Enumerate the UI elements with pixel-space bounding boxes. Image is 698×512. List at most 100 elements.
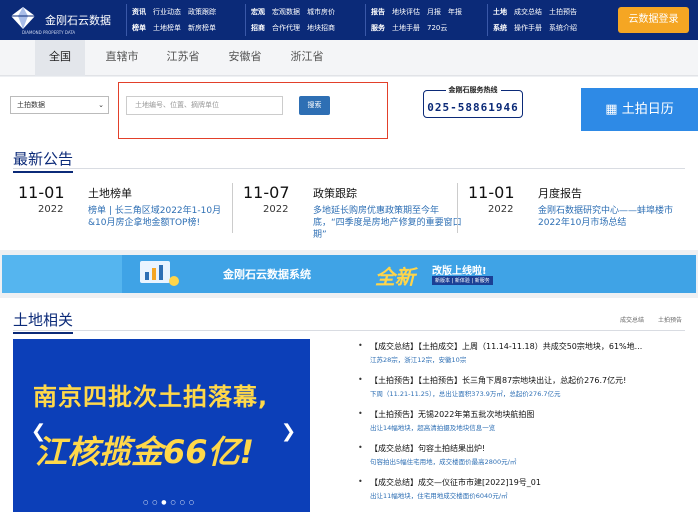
banner-upgrade-sub: 新版本 | 新体验 | 新服务 bbox=[432, 276, 493, 285]
diamond-logo-icon bbox=[11, 7, 35, 29]
calendar-label: 土拍日历 bbox=[621, 102, 674, 117]
nav-link-agency[interactable]: 合作代理 bbox=[272, 23, 300, 33]
carousel-dots[interactable]: ○ ○ ● ○ ○ ○ bbox=[143, 499, 195, 506]
search-button[interactable]: 搜索 bbox=[299, 96, 330, 115]
list-item-summary: 出让11幅地块，住宅用地成交楼面价6040元/㎡ bbox=[370, 492, 508, 500]
bullet-icon: • bbox=[358, 341, 363, 350]
nav-link-newhome-rankings[interactable]: 新房榜单 bbox=[188, 23, 216, 33]
nav-group-reports: 报告 地块评估 月报 年报 服务 土地手册 720云 bbox=[365, 4, 469, 36]
tab-region-national[interactable]: 全国 bbox=[35, 40, 85, 76]
chevron-right-icon[interactable]: ❯ bbox=[281, 421, 296, 442]
nav-link-industry-news[interactable]: 行业动态 bbox=[153, 7, 181, 17]
banner-decoration bbox=[2, 255, 122, 293]
announcement-year: 2022 bbox=[263, 204, 289, 215]
calendar-icon: ▦ bbox=[605, 102, 618, 117]
banner-new: 全新 bbox=[375, 265, 415, 289]
nav-link-system-intro[interactable]: 系统介绍 bbox=[549, 23, 577, 33]
divider bbox=[457, 183, 458, 233]
carousel-subheadline: 江核揽金66亿! bbox=[35, 433, 255, 471]
bullet-icon: • bbox=[358, 409, 363, 418]
site-logo[interactable]: 金刚石云数据 DIAMOND PROPERTY DATA bbox=[8, 6, 116, 36]
tab-region-anhui[interactable]: 安徽省 bbox=[220, 40, 270, 76]
list-item-title[interactable]: 【成交总结】句容土拍结果出炉! bbox=[370, 443, 690, 454]
announcement-desc[interactable]: 榜单 | 长三角区域2022年1-10月&10月房企拿地金额TOP榜! bbox=[88, 205, 238, 229]
banner-title: 金刚石云数据系统 bbox=[223, 268, 311, 281]
divider bbox=[232, 183, 233, 233]
divider bbox=[13, 330, 685, 331]
announcement-date: 11-01 bbox=[468, 183, 515, 202]
select-value: 土拍数据 bbox=[17, 101, 45, 109]
nav-link-annual[interactable]: 年报 bbox=[448, 7, 462, 17]
tab-auction-preview[interactable]: 土拍预告 bbox=[658, 315, 682, 324]
announcement-item[interactable]: 11-01 2022 月度报告 金刚石数据研究中心——蚌埠楼市2022年10月市… bbox=[468, 183, 693, 243]
nav-link-policy[interactable]: 政策跟踪 bbox=[188, 7, 216, 17]
announcement-desc[interactable]: 金刚石数据研究中心——蚌埠楼市2022年10月市场总结 bbox=[538, 205, 688, 229]
tab-deal-summary[interactable]: 成交总结 bbox=[620, 315, 644, 324]
tab-region-municipality[interactable]: 直辖市 bbox=[97, 40, 147, 76]
list-item-title[interactable]: 【土拍预告】无锡2022年第五批次地块航拍图 bbox=[370, 409, 690, 420]
announcements-heading: 最新公告 bbox=[13, 148, 74, 173]
list-item-title[interactable]: 【成交总结】【土拍成交】上周（11.14-11.18）共成交50宗地块，61%地… bbox=[370, 341, 690, 352]
list-item-summary: 江苏28宗，浙江12宗，安徽10宗 bbox=[370, 356, 467, 364]
logo-name: 金刚石云数据 bbox=[45, 14, 111, 27]
nav-link-720[interactable]: 720云 bbox=[427, 23, 447, 33]
search-input[interactable]: 土地编号、位置、摘牌单位 bbox=[126, 96, 283, 115]
announcement-date: 11-07 bbox=[243, 183, 290, 202]
announcement-desc[interactable]: 多地延长购房优惠政策期至今年底，“四季度是房地产修复的重要窗口期” bbox=[313, 205, 463, 241]
region-tabs: 全国 直辖市 江苏省 安徽省 浙江省 bbox=[0, 40, 698, 76]
top-nav-bar: 金刚石云数据 DIAMOND PROPERTY DATA 资讯 行业动态 政策跟… bbox=[0, 0, 698, 40]
nav-group-news: 资讯 行业动态 政策跟踪 榜单 土地榜单 新房榜单 bbox=[126, 4, 223, 36]
announcement-item[interactable]: 11-01 2022 土地榜单 榜单 | 长三角区域2022年1-10月&10月… bbox=[18, 183, 243, 243]
hotline-number: 025-58861946 bbox=[427, 101, 519, 114]
chevron-left-icon[interactable]: ❮ bbox=[31, 421, 46, 442]
nav-label-rankings: 榜单 bbox=[132, 24, 146, 32]
nav-label-land: 土地 bbox=[493, 8, 507, 16]
chart-screen-icon bbox=[140, 261, 179, 286]
bullet-icon: • bbox=[358, 443, 363, 452]
tab-region-zhejiang[interactable]: 浙江省 bbox=[282, 40, 332, 76]
hotline-box: 金刚石服务热线 025-58861946 bbox=[423, 86, 523, 118]
login-button[interactable]: 云数据登录 bbox=[618, 7, 689, 33]
list-item-summary: 出让14幅地块，超高清拍摄及地块信息一览 bbox=[370, 424, 496, 432]
carousel-headline: 南京四批次土拍落幕, bbox=[33, 383, 269, 411]
announcement-year: 2022 bbox=[488, 204, 514, 215]
list-item-summary: 句容拍出5幅住宅用地，成交楼面价最高2800元/㎡ bbox=[370, 458, 517, 466]
logo-subtitle: DIAMOND PROPERTY DATA bbox=[22, 30, 76, 35]
nav-group-macro: 宏观 宏观数据 城市房价 招商 合作代理 地块招商 bbox=[245, 4, 342, 36]
bullet-icon: • bbox=[358, 477, 363, 486]
tab-region-jiangsu[interactable]: 江苏省 bbox=[158, 40, 208, 76]
hotline-title: 金刚石服务热线 bbox=[445, 86, 501, 94]
announcement-item[interactable]: 11-07 2022 政策跟踪 多地延长购房优惠政策期至今年底，“四季度是房地产… bbox=[243, 183, 468, 243]
list-item-title[interactable]: 【成交总结】成交—仪征市市建[2022]19号_01 bbox=[370, 477, 690, 488]
nav-link-user-manual[interactable]: 操作手册 bbox=[514, 23, 542, 33]
announcement-title[interactable]: 土地榜单 bbox=[88, 185, 132, 201]
banner-upgrade: 改版上线啦! bbox=[432, 266, 487, 277]
bullet-icon: • bbox=[358, 375, 363, 384]
announcement-title[interactable]: 月度报告 bbox=[538, 185, 582, 201]
nav-link-macro-data[interactable]: 宏观数据 bbox=[272, 7, 300, 17]
feature-carousel[interactable]: 南京四批次土拍落幕, 江核揽金66亿! ❮ ❯ ○ ○ ● ○ ○ ○ bbox=[13, 339, 310, 512]
nav-link-deal-summary[interactable]: 成交总结 bbox=[514, 7, 542, 17]
auction-calendar-button[interactable]: ▦ 土拍日历 bbox=[581, 88, 698, 131]
promo-banner[interactable]: 金刚石云数据系统 全新 改版上线啦! 新版本 | 新体验 | 新服务 bbox=[2, 255, 696, 293]
list-item-summary: 下周（11.21-11.25），总出让面积373.9万㎡，总起价276.7亿元 bbox=[370, 390, 561, 398]
list-item-title[interactable]: 【土拍预告】【土拍预告】长三角下周87宗地块出让，总起价276.7亿元! bbox=[370, 375, 690, 386]
nav-label-service: 服务 bbox=[371, 24, 385, 32]
nav-label-reports: 报告 bbox=[371, 8, 385, 16]
announcement-year: 2022 bbox=[38, 204, 64, 215]
data-type-select[interactable]: 土拍数据 ⌄ bbox=[10, 96, 109, 114]
nav-link-parcel-invest[interactable]: 地块招商 bbox=[307, 23, 335, 33]
chevron-down-icon: ⌄ bbox=[98, 101, 104, 109]
divider bbox=[13, 168, 685, 169]
nav-link-land-rankings[interactable]: 土地榜单 bbox=[153, 23, 181, 33]
nav-link-city-prices[interactable]: 城市房价 bbox=[307, 7, 335, 17]
nav-link-land-manual[interactable]: 土地手册 bbox=[392, 23, 420, 33]
nav-link-auction-preview[interactable]: 土拍预告 bbox=[549, 7, 577, 17]
nav-label-system: 系统 bbox=[493, 24, 507, 32]
announcement-title[interactable]: 政策跟踪 bbox=[313, 185, 357, 201]
nav-link-monthly[interactable]: 月报 bbox=[427, 7, 441, 17]
announcement-date: 11-01 bbox=[18, 183, 65, 202]
nav-label-macro: 宏观 bbox=[251, 8, 265, 16]
nav-label-news: 资讯 bbox=[132, 8, 146, 16]
nav-link-parcel-eval[interactable]: 地块评估 bbox=[392, 7, 420, 17]
